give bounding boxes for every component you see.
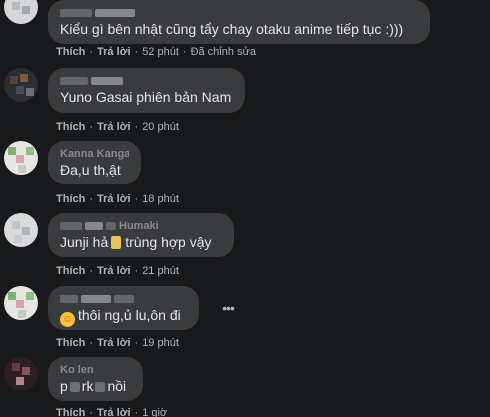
reply-link[interactable]: Trả lời [97, 193, 131, 205]
comment-actions: Thích · Trả lời · 1 giờ [56, 407, 168, 417]
comment-timestamp[interactable]: 1 giờ [142, 407, 167, 417]
comment-actions: Thích · Trả lời · 18 phút [56, 193, 179, 205]
comment-author[interactable] [60, 292, 187, 306]
avatar[interactable] [4, 357, 38, 391]
more-options-icon[interactable]: ••• [216, 296, 240, 320]
like-link[interactable]: Thích [56, 337, 85, 349]
like-link[interactable]: Thích [56, 193, 85, 205]
smiling-face-emoji-icon: ☺ [60, 312, 75, 327]
comment-bubble: Kanna Kanga Đa,u th,ật [48, 141, 141, 184]
comment-timestamp[interactable]: 52 phút [142, 46, 179, 58]
sticker-icon [111, 236, 122, 249]
comment-author[interactable]: Humaki [60, 219, 222, 233]
reply-link[interactable]: Trả lời [97, 265, 131, 277]
reply-link[interactable]: Trả lời [97, 407, 131, 417]
comment-text: p rk nồi [60, 378, 127, 394]
comment-author[interactable]: Ko len [60, 363, 131, 377]
avatar[interactable] [4, 68, 38, 102]
comment-actions: Thích · Trả lời · 52 phút · Đã chỉnh sửa [56, 46, 257, 58]
comment-bubble: Yuno Gasai phiên bản Nam [48, 68, 245, 113]
comment-text: Junji hả trùng hợp vậy [60, 234, 212, 250]
comment-timestamp[interactable]: 21 phút [142, 265, 179, 277]
comment-text: Kiểu gì bên nhật cũng tẩy chay otaku ani… [60, 21, 404, 37]
avatar[interactable] [4, 286, 38, 320]
comment-text: ☺ thôi ng,ủ lu,ôn đi [60, 306, 187, 327]
like-link[interactable]: Thích [56, 265, 85, 277]
comment-author[interactable]: Kanna Kanga [60, 147, 129, 161]
comment-timestamp[interactable]: 19 phút [142, 337, 179, 349]
comment-bubble: Humaki Junji hả trùng hợp vậy [48, 213, 234, 257]
like-link[interactable]: Thích [56, 407, 85, 417]
comment-bubble: ☺ thôi ng,ủ lu,ôn đi [48, 286, 199, 330]
comment-text: Yuno Gasai phiên bản Nam [60, 89, 232, 105]
comment-bubble: Ko len p rk nồi [48, 357, 143, 401]
comment-author[interactable] [60, 74, 233, 88]
like-link[interactable]: Thích [56, 46, 85, 58]
comment-actions: Thích · Trả lời · 19 phút [56, 337, 179, 349]
comment-thread: Kiểu gì bên nhật cũng tẩy chay otaku ani… [0, 0, 490, 417]
comment-timestamp[interactable]: 20 phút [142, 121, 179, 133]
comment-actions: Thích · Trả lời · 21 phút [56, 265, 179, 277]
comment-bubble: Kiểu gì bên nhật cũng tẩy chay otaku ani… [48, 0, 430, 44]
comment-actions: Thích · Trả lời · 20 phút [56, 121, 179, 133]
comment-author[interactable] [60, 6, 418, 20]
comment-text: Đa,u th,ật [60, 162, 121, 178]
edited-label: Đã chỉnh sửa [190, 46, 257, 58]
avatar[interactable] [4, 141, 38, 175]
avatar[interactable] [4, 0, 38, 24]
reply-link[interactable]: Trả lời [97, 121, 131, 133]
reply-link[interactable]: Trả lời [97, 337, 131, 349]
reply-link[interactable]: Trả lời [97, 46, 131, 58]
comment-timestamp[interactable]: 18 phút [142, 193, 179, 205]
avatar[interactable] [4, 213, 38, 247]
like-link[interactable]: Thích [56, 121, 85, 133]
